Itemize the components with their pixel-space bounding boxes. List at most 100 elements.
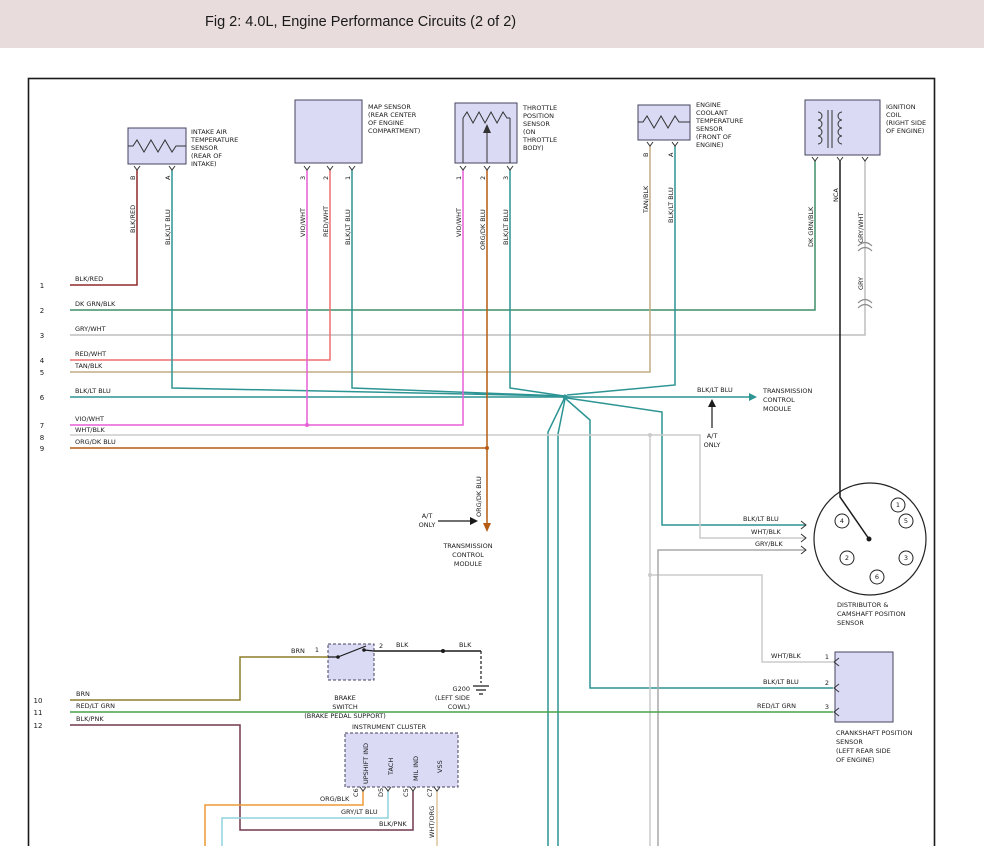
wiring-diagram: 1 2 3 4 5 6 7 8 9 10 11 12 BLK/RED DK GR… <box>0 0 984 846</box>
ect-name: COOLANT <box>696 109 728 117</box>
brake-name: SWITCH <box>332 703 358 711</box>
tps-wire-3: BLK/LT BLU <box>502 209 510 245</box>
gry-mid-label: GRY <box>857 277 865 290</box>
ect-pin-b: B <box>642 153 650 157</box>
cluster-pin-conn: D5 <box>377 788 385 797</box>
distributor-pin: 3 <box>904 554 908 562</box>
tcm-right: BLK/LT BLU TRANSMISSION CONTROL MODULE A… <box>697 386 812 449</box>
map-name: OF ENGINE <box>368 119 404 127</box>
map-wire-2: RED/WHT <box>322 206 330 237</box>
tps-name: BODY) <box>523 144 544 152</box>
tps-pin-1: 1 <box>455 176 463 180</box>
tcm-bottom-name: MODULE <box>454 560 482 568</box>
tcm-bottom-note: ONLY <box>419 521 436 529</box>
crank-pin-2: 2 <box>825 679 829 687</box>
coil-wire-1: DK GRN/BLK <box>807 206 815 247</box>
tcm-right-arrowhead <box>749 393 757 401</box>
coil-wire-3: GRY/WHT <box>857 212 865 243</box>
crank-name: CRANKSHAFT POSITION <box>836 729 913 737</box>
row-num: 2 <box>40 307 44 315</box>
cluster-wire-label: BLK/PNK <box>379 820 407 828</box>
tps-wire-1: VIO/WHT <box>455 208 463 237</box>
component-boxes <box>128 100 926 787</box>
ground-name: (LEFT SIDE <box>435 694 470 702</box>
intake-name: INTAKE) <box>191 160 217 168</box>
map-pin-2: 2 <box>322 176 330 180</box>
diagram-border <box>29 79 935 846</box>
tps-pin-2: 2 <box>479 176 487 180</box>
row-wire-label: DK GRN/BLK <box>75 300 116 308</box>
row-wire-label: WHT/BLK <box>75 426 106 434</box>
crank-pin-1: 1 <box>825 653 829 661</box>
crank-name: (LEFT REAR SIDE <box>836 747 891 755</box>
map-wire-1: VIO/WHT <box>299 208 307 237</box>
tcm-right-note: A/T <box>707 432 718 440</box>
distributor-pin: 1 <box>896 501 900 509</box>
cluster-pin-label: UPSHIFT IND <box>362 743 370 784</box>
ect-pin-a: A <box>667 152 675 157</box>
cluster-wire-label: GRY/LT BLU <box>341 808 378 816</box>
cluster-wire-label: ORG/BLK <box>320 795 350 803</box>
cluster-pin-label: VSS <box>436 760 444 773</box>
brake-switch-box <box>328 644 374 680</box>
ect-name: ENGINE <box>696 101 721 109</box>
wire-red-wht <box>70 170 330 360</box>
row-num: 10 <box>34 697 43 705</box>
intake-wire-2: BLK/LT BLU <box>164 209 172 245</box>
row-num: 7 <box>40 422 44 430</box>
distributor-pin: 6 <box>875 573 879 581</box>
wire-gry-wht <box>70 161 865 335</box>
ect-wire-2: BLK/LT BLU <box>667 187 675 223</box>
ect-name: (FRONT OF <box>696 133 732 141</box>
brake-wire-in-label: BRN <box>291 647 305 655</box>
org-dk-blu-mid-label: ORG/DK BLU <box>475 476 483 517</box>
ect-wire-1: TAN/BLK <box>642 185 650 214</box>
ignition-coil-box <box>805 100 880 155</box>
left-rows: 1 2 3 4 5 6 7 8 9 10 11 12 BLK/RED DK GR… <box>34 275 116 730</box>
intake-name: TEMPERATURE <box>190 136 238 144</box>
row-wire-label: RED/WHT <box>75 350 106 358</box>
ect-name: ENGINE) <box>696 141 723 149</box>
intake-name: INTAKE AIR <box>191 128 227 136</box>
brake-switch-labels: BRN 1 2 BLK BLK BRAKE SWITCH (BRAKE PEDA… <box>291 641 472 720</box>
cluster-pin-conn: C5 <box>402 788 410 797</box>
wire-wht-blk <box>70 435 806 538</box>
map-wire-3: BLK/LT BLU <box>344 209 352 245</box>
map-sensor-box <box>295 100 362 163</box>
tps-pin-3: 3 <box>502 176 510 180</box>
row-wire-label: BLK/PNK <box>76 715 104 723</box>
distributor-wire-1: BLK/LT BLU <box>743 515 779 523</box>
tps-name: THROTTLE <box>522 104 557 112</box>
intake-wire-1: BLK/RED <box>129 205 137 233</box>
map-pin-3: 3 <box>299 176 307 180</box>
map-pin-1: 1 <box>344 176 352 180</box>
distributor-name: DISTRIBUTOR & <box>837 601 888 609</box>
tcm-bottom-arrowhead <box>483 523 491 532</box>
row-wire-label: GRY/WHT <box>75 325 106 333</box>
coil-name: COIL <box>886 111 902 119</box>
brake-name: (BRAKE PEDAL SUPPORT) <box>304 712 386 720</box>
tcm-right-name: MODULE <box>763 405 791 413</box>
cluster-pin-label: TACH <box>387 758 395 776</box>
coil-name: OF ENGINE) <box>886 127 924 135</box>
tcm-right-name: CONTROL <box>763 396 795 404</box>
ect-name: TEMPERATURE <box>695 117 743 125</box>
distributor-name: SENSOR <box>837 619 864 627</box>
intake-name: (REAR OF <box>191 152 222 160</box>
coil-name: IGNITION <box>886 103 916 111</box>
coil-wire-2: NCA <box>832 188 840 202</box>
tps-name: SENSOR <box>523 120 550 128</box>
row-num: 8 <box>40 434 44 442</box>
wire-blk-lt-blu-down-2 <box>558 399 565 846</box>
wire-brn <box>70 657 328 700</box>
at-only-bottom-arrowhead <box>470 517 478 525</box>
brake-pin-2: 2 <box>379 642 383 650</box>
tcm-bottom-note: A/T <box>422 512 433 520</box>
row-num: 9 <box>40 445 44 453</box>
cluster-pin-conn: C7 <box>426 788 434 797</box>
distributor-pin: 2 <box>845 554 849 562</box>
wire-blk-lt-blu-map <box>352 170 563 396</box>
crank-sensor-box <box>835 652 893 722</box>
wire-blk-lt-blu-ect <box>567 146 675 395</box>
wires <box>70 146 869 846</box>
